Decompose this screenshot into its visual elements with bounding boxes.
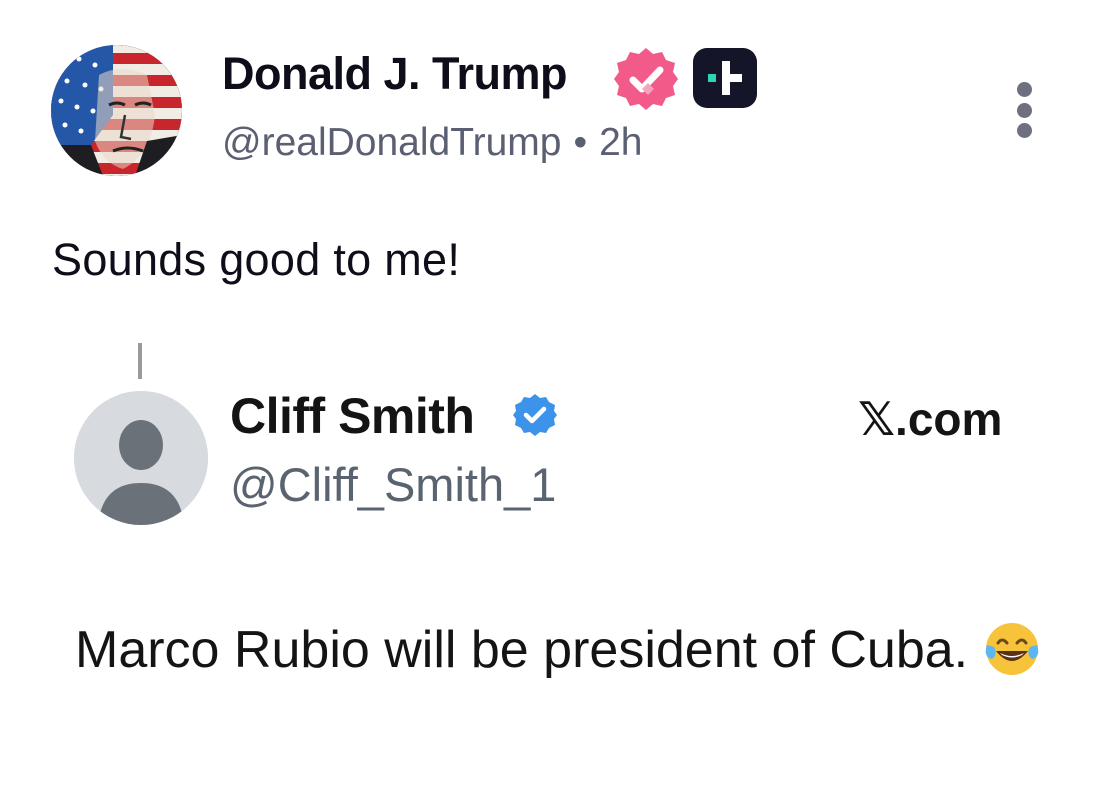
more-vertical-icon[interactable]	[1004, 80, 1044, 140]
quoted-author-name: Cliff Smith	[230, 388, 475, 444]
quoted-text-content: Marco Rubio will be president of Cuba.	[75, 621, 969, 679]
more-dot	[1016, 102, 1032, 118]
post-timestamp[interactable]: 2h	[599, 121, 642, 164]
author-name[interactable]: Donald J. Trump	[222, 48, 568, 100]
author-avatar-image	[51, 45, 182, 176]
author-meta: @realDonaldTrump • 2h	[222, 121, 643, 165]
text-cursor-line	[138, 343, 142, 379]
meta-separator: •	[573, 121, 588, 164]
verified-check-icon	[513, 394, 557, 436]
post-text: Sounds good to me!	[52, 234, 461, 285]
verified-badge-icon	[614, 48, 678, 110]
author-handle[interactable]: @realDonaldTrump	[222, 121, 561, 164]
tears-of-joy-emoji-icon	[985, 623, 1039, 676]
truth-post: Donald J. Trump @realDonaldTrump • 2h Soun…	[0, 0, 1114, 811]
quoted-author-handle: @Cliff_Smith_1	[230, 458, 557, 511]
quoted-source-label: 𝕏.com	[858, 393, 1003, 445]
more-dot	[1016, 123, 1032, 138]
more-dot	[1016, 82, 1032, 97]
truth-plus-icon	[693, 48, 757, 108]
quoted-avatar	[74, 391, 208, 525]
author-avatar[interactable]	[51, 45, 182, 176]
quoted-text: Marco Rubio will be president of Cuba.	[75, 610, 1075, 690]
default-avatar-icon	[74, 391, 208, 525]
